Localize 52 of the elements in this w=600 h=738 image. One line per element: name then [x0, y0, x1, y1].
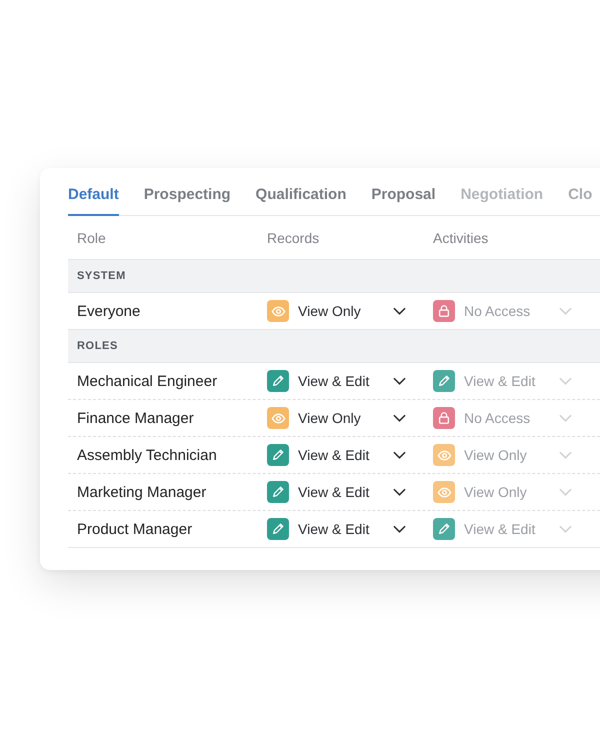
- pencil-icon: [433, 370, 455, 392]
- tab[interactable]: Prospecting: [144, 182, 231, 216]
- tab[interactable]: Default: [68, 182, 119, 216]
- eye-icon: [433, 444, 455, 466]
- tab[interactable]: Proposal: [371, 182, 436, 216]
- access-dropdown[interactable]: View Only: [464, 484, 550, 500]
- access-dropdown[interactable]: View Only: [298, 303, 384, 319]
- pencil-icon: [267, 444, 289, 466]
- chevron-down-icon: [393, 488, 406, 496]
- lock-icon: [433, 407, 455, 429]
- chevron-down-icon: [393, 525, 406, 533]
- eye-icon: [267, 407, 289, 429]
- chevron-down-icon: [393, 451, 406, 459]
- role-name: Assembly Technician: [76, 446, 218, 464]
- chevron-down-icon: [393, 414, 406, 422]
- column-header: Role: [76, 230, 107, 246]
- eye-icon: [433, 481, 455, 503]
- access-dropdown[interactable]: View Only: [464, 447, 550, 463]
- pencil-icon: [433, 518, 455, 540]
- role-name: Everyone: [76, 302, 142, 320]
- pencil-icon: [267, 481, 289, 503]
- chevron-down-icon: [559, 307, 572, 315]
- access-dropdown[interactable]: View & Edit: [298, 484, 384, 500]
- column-header: Activities: [433, 230, 490, 246]
- column-header: Records: [267, 230, 320, 246]
- access-dropdown[interactable]: View & Edit: [298, 447, 384, 463]
- chevron-down-icon: [393, 377, 406, 385]
- access-dropdown[interactable]: View & Edit: [298, 373, 384, 389]
- eye-icon: [267, 300, 289, 322]
- chevron-down-icon: [559, 525, 572, 533]
- chevron-down-icon: [559, 451, 572, 459]
- access-dropdown[interactable]: View & Edit: [464, 373, 550, 389]
- pencil-icon: [267, 518, 289, 540]
- role-name: Mechanical Engineer: [76, 372, 218, 390]
- section-header: ROLES: [68, 330, 600, 363]
- role-name: Finance Manager: [76, 410, 195, 426]
- access-dropdown[interactable]: No Access: [464, 410, 550, 426]
- section-header: SYSTEM: [68, 260, 600, 293]
- lock-icon: [433, 300, 455, 322]
- chevron-down-icon: [559, 414, 572, 422]
- role-name: Marketing Manager: [76, 484, 208, 500]
- access-dropdown[interactable]: No Access: [464, 303, 550, 319]
- access-dropdown[interactable]: View & Edit: [464, 521, 550, 537]
- access-dropdown[interactable]: View Only: [298, 410, 384, 426]
- chevron-down-icon: [393, 307, 406, 315]
- pencil-icon: [267, 370, 289, 392]
- chevron-down-icon: [559, 377, 572, 385]
- chevron-down-icon: [559, 488, 572, 496]
- tab[interactable]: Qualification: [256, 182, 346, 216]
- access-dropdown[interactable]: View & Edit: [298, 521, 384, 537]
- role-name: Product Manager: [76, 520, 194, 538]
- tab[interactable]: Clo: [568, 182, 592, 216]
